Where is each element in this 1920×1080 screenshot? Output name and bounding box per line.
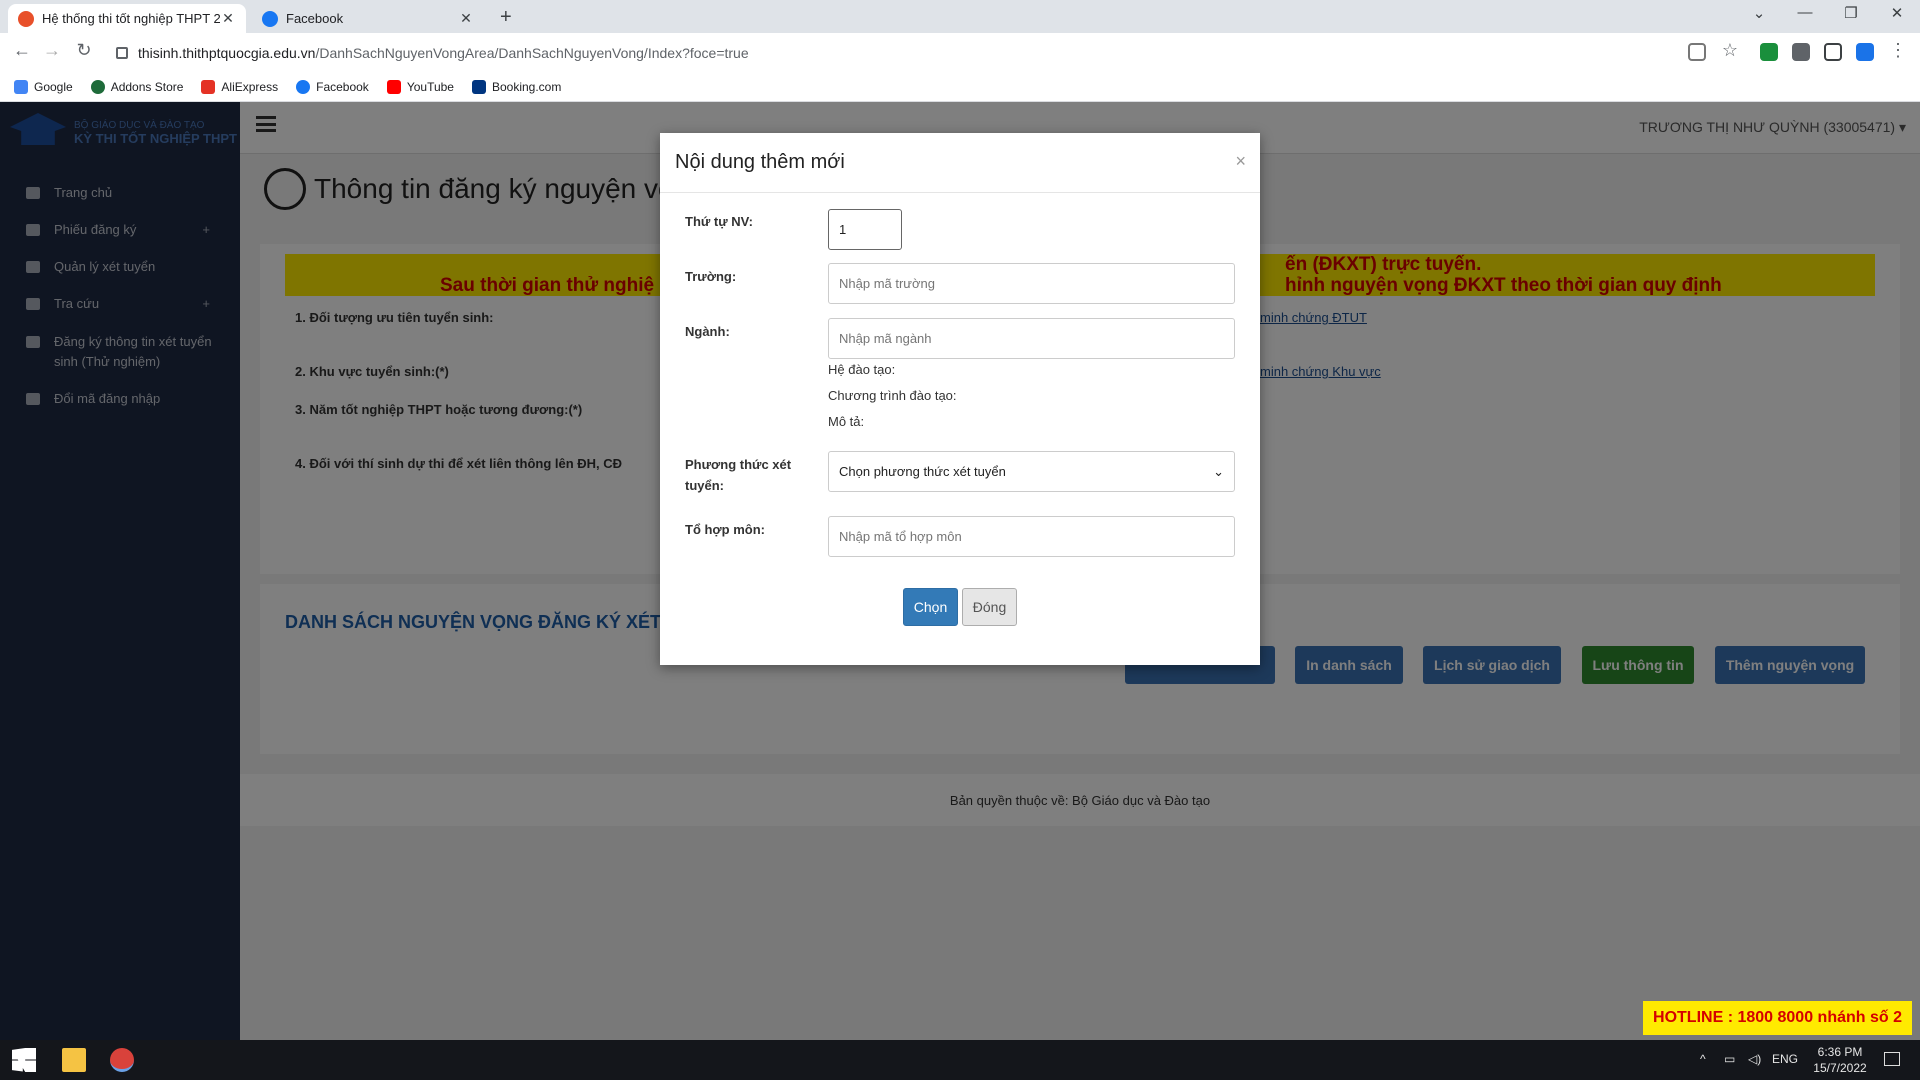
- bookmark-label: YouTube: [406, 79, 454, 94]
- clock-date: 15/7/2022: [1813, 1061, 1867, 1075]
- file-explorer-icon[interactable]: [62, 1048, 86, 1072]
- combo-input[interactable]: [828, 516, 1235, 557]
- method-selected: Chọn phương thức xét tuyển: [839, 464, 1006, 479]
- extension-shield-icon[interactable]: [1760, 43, 1778, 61]
- new-tab-icon[interactable]: +: [500, 6, 512, 29]
- side-panel-icon[interactable]: [1824, 43, 1842, 61]
- major-label: Ngành:: [685, 324, 730, 339]
- major-input[interactable]: [828, 318, 1235, 359]
- extension-check-icon[interactable]: [1856, 43, 1874, 61]
- bookmark-label: Booking.com: [491, 79, 562, 94]
- bookmark-booking[interactable]: Booking.com: [471, 79, 562, 94]
- tab-search-icon[interactable]: ⌄: [1744, 4, 1774, 22]
- youtube-icon: [386, 79, 401, 94]
- restore-icon[interactable]: ❐: [1836, 4, 1866, 22]
- order-input[interactable]: 1: [828, 209, 902, 250]
- bookmark-label: Google: [34, 79, 73, 94]
- clock-time: 6:36 PM: [1817, 1045, 1863, 1059]
- add-wish-modal: Nội dung thêm mới × Thứ tự NV: 1 Trường:…: [660, 133, 1260, 665]
- bookmark-label: Facebook: [316, 79, 369, 94]
- tab-title: Hệ thống thi tốt nghiệp THPT 20: [42, 11, 220, 26]
- url-domain: thisinh.thithptquocgia.edu.vn: [138, 44, 316, 61]
- window-close-icon[interactable]: ✕: [1882, 4, 1912, 22]
- share-icon[interactable]: [1688, 43, 1706, 61]
- description-label: Mô tả:: [828, 414, 865, 429]
- back-icon[interactable]: ←: [10, 40, 34, 61]
- tab-facebook[interactable]: Facebook ✕: [252, 4, 484, 33]
- bookmark-addons[interactable]: Addons Store: [90, 79, 184, 94]
- bookmark-google[interactable]: Google: [14, 79, 73, 94]
- url-path: /DanhSachNguyenVongArea/DanhSachNguyenVo…: [315, 44, 749, 61]
- facebook-icon: [296, 79, 311, 94]
- method-select[interactable]: Chọn phương thức xét tuyển ⌄: [828, 451, 1235, 492]
- tab-active[interactable]: Hệ thống thi tốt nghiệp THPT 20 ✕: [8, 4, 246, 33]
- hotline-badge: HOTLINE : 1800 8000 nhánh số 2: [1643, 1001, 1912, 1035]
- school-input[interactable]: [828, 263, 1235, 304]
- reload-icon[interactable]: ↻: [72, 40, 96, 61]
- facebook-icon: [262, 10, 278, 27]
- bookmarks-bar: Google Addons Store AliExpress Facebook …: [0, 72, 1920, 102]
- browser-tab-bar: Hệ thống thi tốt nghiệp THPT 20 ✕ Facebo…: [0, 0, 1920, 33]
- google-icon: [14, 79, 28, 94]
- clock[interactable]: 6:36 PM 15/7/2022: [1810, 1044, 1870, 1076]
- network-icon[interactable]: ▭: [1724, 1052, 1735, 1066]
- language-indicator[interactable]: ENG: [1772, 1052, 1798, 1066]
- school-label: Trường:: [685, 269, 737, 284]
- bookmark-label: AliExpress: [221, 79, 279, 94]
- windows-taskbar: ^ ▭ ◁) ENG 6:36 PM 15/7/2022: [0, 1040, 1920, 1080]
- address-bar-row: ← → ↻ thisinh.thithptquocgia.edu.vn /Dan…: [0, 33, 1920, 72]
- minimize-icon[interactable]: —: [1790, 4, 1820, 21]
- choose-button[interactable]: Chọn: [903, 588, 958, 626]
- close-tab-icon[interactable]: ✕: [458, 10, 474, 27]
- combo-label: Tổ hợp môn:: [685, 522, 765, 537]
- vn-emblem-icon: [18, 10, 34, 27]
- close-tab-icon[interactable]: ✕: [220, 10, 236, 27]
- browser-menu-icon[interactable]: ⋮: [1886, 40, 1910, 61]
- close-button[interactable]: Đóng: [962, 588, 1017, 626]
- chevron-down-icon: ⌄: [1213, 463, 1224, 479]
- lock-icon: [116, 46, 128, 59]
- aliexpress-icon: [201, 79, 216, 94]
- notifications-icon[interactable]: [1884, 1052, 1900, 1066]
- bookmark-aliexpress[interactable]: AliExpress: [201, 79, 279, 94]
- modal-close-icon[interactable]: ×: [1235, 151, 1246, 172]
- method-label: Phương thức xét tuyển:: [685, 457, 792, 493]
- bookmark-label: Addons Store: [110, 79, 184, 94]
- url-field[interactable]: thisinh.thithptquocgia.edu.vn /DanhSachN…: [104, 38, 1784, 67]
- windows-start-icon[interactable]: [12, 1048, 36, 1072]
- browser-taskbar-icon[interactable]: [110, 1048, 134, 1072]
- training-program-label: Chương trình đào tạo:: [828, 388, 957, 403]
- modal-title: Nội dung thêm mới: [675, 151, 845, 173]
- training-system-label: Hệ đào tạo:: [828, 362, 896, 377]
- star-icon[interactable]: ☆: [1718, 40, 1742, 61]
- order-label: Thứ tự NV:: [685, 214, 753, 229]
- tray-chevron-icon[interactable]: ^: [1700, 1052, 1706, 1066]
- volume-icon[interactable]: ◁): [1748, 1052, 1761, 1066]
- extensions-puzzle-icon[interactable]: [1792, 43, 1810, 61]
- booking-icon: [471, 79, 486, 94]
- bookmark-facebook[interactable]: Facebook: [296, 79, 369, 94]
- bookmark-youtube[interactable]: YouTube: [386, 79, 454, 94]
- forward-icon[interactable]: →: [40, 40, 64, 61]
- modal-header: Nội dung thêm mới ×: [660, 133, 1260, 193]
- tab-title: Facebook: [286, 11, 344, 26]
- addons-icon: [90, 79, 105, 94]
